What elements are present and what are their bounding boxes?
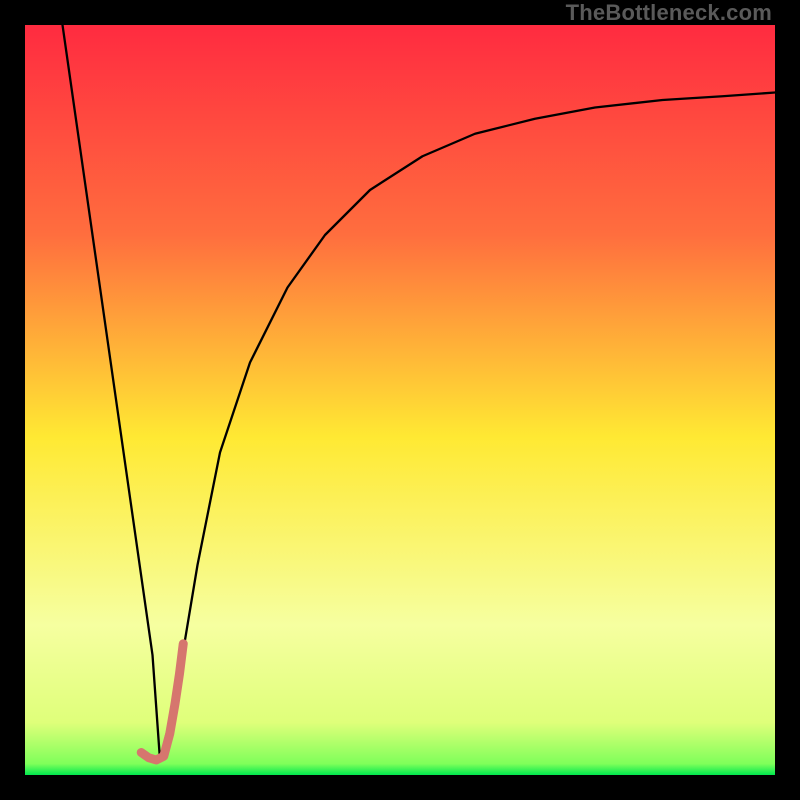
bottleneck-curve [63, 25, 776, 760]
plot-area [25, 25, 775, 775]
outer-frame: TheBottleneck.com [0, 0, 800, 800]
watermark-text: TheBottleneck.com [566, 0, 772, 26]
curve-layer [25, 25, 775, 775]
accent-tick [141, 644, 183, 760]
